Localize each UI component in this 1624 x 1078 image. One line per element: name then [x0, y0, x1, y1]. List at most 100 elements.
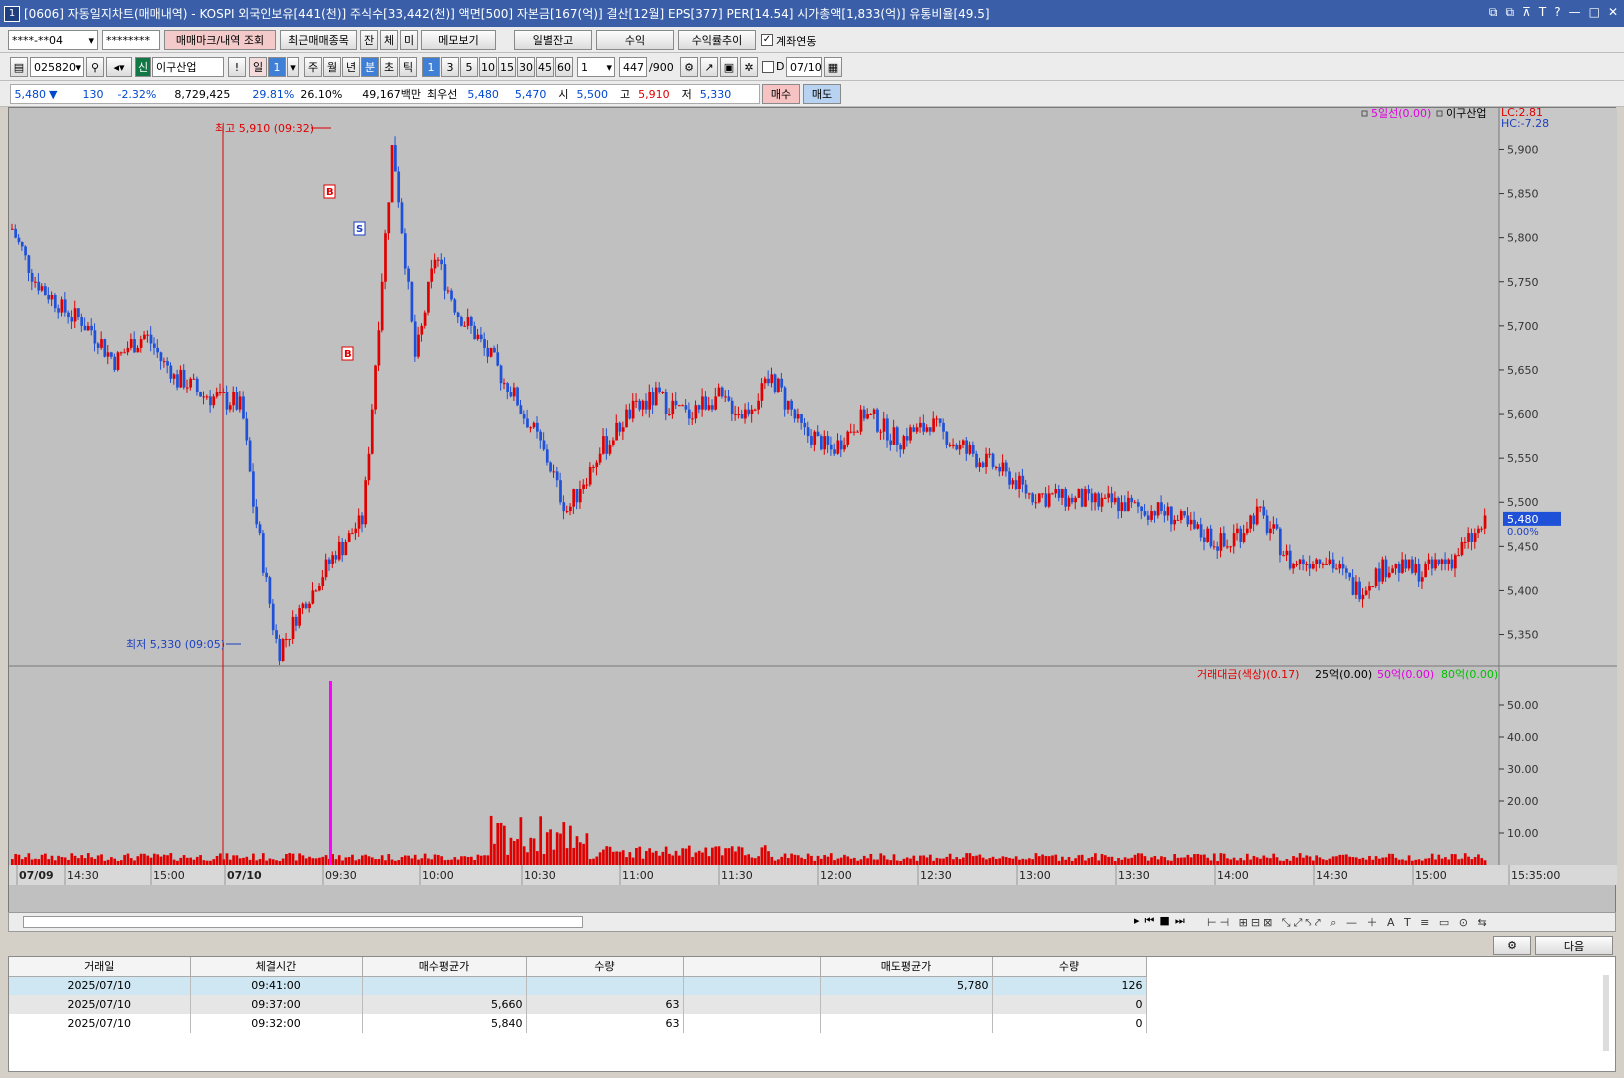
volume-bar — [734, 851, 737, 865]
volume-bar — [192, 859, 196, 865]
period-second[interactable]: 초 — [380, 57, 398, 77]
date-checkbox[interactable] — [762, 61, 774, 73]
interval-10[interactable]: 10 — [479, 57, 497, 77]
recent-trades-button[interactable]: 최근매매종목 — [280, 30, 357, 50]
volume-bar — [1242, 860, 1246, 865]
candle-body — [1288, 550, 1292, 569]
volume-bar — [1150, 857, 1153, 865]
period-year[interactable]: 년 — [342, 57, 360, 77]
mark-history-button[interactable]: 매매마크/내역 조회 — [164, 30, 276, 50]
interval-30[interactable]: 30 — [517, 57, 535, 77]
period-tick[interactable]: 틱 — [399, 57, 417, 77]
drawing-tools[interactable]: ⊢⊣ ⊞⊟⊠ ⤡⤢⤣⤤ ⌕ — ＋ A T ≡ ▭ ⊙ ⇆ — [1207, 914, 1490, 930]
buy-button[interactable]: 매수 — [762, 84, 800, 104]
save-icon[interactable]: ▣ — [720, 57, 738, 77]
chevron-down-icon[interactable]: ▾ — [287, 57, 299, 77]
interval-1[interactable]: 1 — [422, 57, 440, 77]
daily-balance-button[interactable]: 일별잔고 — [514, 30, 592, 50]
candle-body — [410, 281, 414, 322]
volume-bar — [60, 857, 64, 865]
stock-name-field[interactable]: 이구산업 — [152, 57, 224, 77]
table-row[interactable]: 2025/07/10 09:37:00 5,660 63 0 — [9, 995, 1147, 1014]
period-day-button[interactable]: 일 — [249, 57, 267, 77]
interval-5[interactable]: 5 — [460, 57, 478, 77]
font-icon[interactable]: T — [1539, 5, 1546, 20]
candle-body — [730, 400, 734, 415]
draw-icon[interactable]: ↗ — [700, 57, 718, 77]
period-num-select[interactable]: 1 — [268, 57, 286, 77]
interval-3[interactable]: 3 — [441, 57, 459, 77]
candle-body — [337, 541, 341, 560]
alert-button[interactable]: ! — [228, 57, 246, 77]
chart-scrollbar[interactable] — [23, 916, 583, 928]
playback-controls[interactable]: ▸⏮■⏭ — [1134, 914, 1190, 928]
chart-area[interactable]: 5,900 5,850 5,800 5,750 5,700 5,650 5,600 5,550… — [8, 107, 1617, 925]
stock-code-input[interactable]: 025820 ▾ — [30, 57, 84, 77]
calendar-icon[interactable]: ▦ — [824, 57, 842, 77]
chart-canvas[interactable]: 5,900 5,850 5,800 5,750 5,700 5,650 5,600 5,550… — [9, 108, 1617, 913]
account-select[interactable]: ****-**04 ▾ — [8, 30, 98, 50]
volume-bar — [770, 856, 774, 865]
period-minute[interactable]: 분 — [361, 57, 379, 77]
interval-15[interactable]: 15 — [498, 57, 516, 77]
password-field[interactable]: ******** — [102, 30, 160, 50]
help-icon[interactable]: ? — [1554, 5, 1560, 20]
col-buy-avg[interactable]: 매수평균가 — [362, 957, 527, 977]
volume-bar — [1305, 855, 1309, 865]
candle-body — [344, 541, 348, 556]
interval-45[interactable]: 45 — [536, 57, 554, 77]
pin-icon[interactable]: ⊼ — [1522, 5, 1531, 20]
next-button[interactable]: 다음 — [1535, 936, 1613, 955]
candle-body — [605, 436, 609, 454]
col-sell-avg[interactable]: 매도평균가 — [820, 957, 993, 977]
account-link-checkbox[interactable]: ✓ — [761, 34, 773, 46]
date-input[interactable]: 07/10 — [786, 57, 822, 77]
table-row[interactable]: 2025/07/10 09:41:00 5,780 126 — [9, 976, 1147, 995]
period-week[interactable]: 주 — [304, 57, 322, 77]
sound-icon[interactable]: ◂▾ — [106, 57, 132, 77]
table-row[interactable]: 2025/07/10 09:32:00 5,840 63 0 — [9, 1014, 1147, 1033]
volume-bar — [605, 846, 609, 865]
volume-bar — [1338, 854, 1342, 865]
sell-button[interactable]: 매도 — [803, 84, 841, 104]
profit-trend-button[interactable]: 수익률추이 — [678, 30, 756, 50]
maximize-icon[interactable]: □ — [1589, 5, 1600, 20]
memo-button[interactable]: 메모보기 — [421, 30, 496, 50]
gear-icon[interactable]: ✲ — [740, 57, 758, 77]
balance-button[interactable]: 잔 — [360, 30, 378, 50]
candle-body — [806, 427, 810, 437]
interval-60[interactable]: 60 — [555, 57, 573, 77]
copy-window-icon[interactable]: ⧉ — [1506, 5, 1515, 20]
count-input[interactable]: 447 — [619, 57, 647, 77]
candle-body — [314, 590, 318, 592]
candle-body — [559, 480, 562, 503]
col-date[interactable]: 거래일 — [9, 957, 191, 977]
col-sell-qty[interactable]: 수량 — [992, 957, 1147, 977]
indicator-icon[interactable]: ⚙ — [680, 57, 698, 77]
volume-bar — [836, 858, 840, 865]
volume-bar — [1051, 855, 1054, 865]
candle-body — [1457, 555, 1460, 557]
close-icon[interactable]: ✕ — [1608, 5, 1618, 20]
col-time[interactable]: 체결시간 — [190, 957, 363, 977]
volume-bar — [407, 855, 410, 865]
settings-gear-button[interactable]: ⚙ — [1493, 936, 1531, 955]
volume-bar — [1146, 860, 1150, 865]
candle-body — [1064, 489, 1068, 507]
minimize-icon[interactable]: — — [1569, 5, 1581, 20]
col-buy-qty[interactable]: 수량 — [526, 957, 684, 977]
layout-icon[interactable]: ▤ — [10, 57, 28, 77]
unfilled-button[interactable]: 미 — [400, 30, 418, 50]
grid-scrollbar[interactable] — [1603, 975, 1609, 1051]
candle-body — [697, 405, 701, 410]
executed-button[interactable]: 체 — [380, 30, 398, 50]
link-window-icon[interactable]: ⧉ — [1489, 5, 1498, 20]
period-month[interactable]: 월 — [323, 57, 341, 77]
candle-body — [268, 577, 272, 604]
candle-body — [189, 378, 193, 388]
multiplier-select[interactable]: 1 ▾ — [577, 57, 615, 77]
volume-bar — [440, 856, 443, 865]
profit-button[interactable]: 수익 — [596, 30, 674, 50]
search-icon[interactable]: ⚲ — [86, 57, 104, 77]
volume-bar — [152, 853, 156, 865]
